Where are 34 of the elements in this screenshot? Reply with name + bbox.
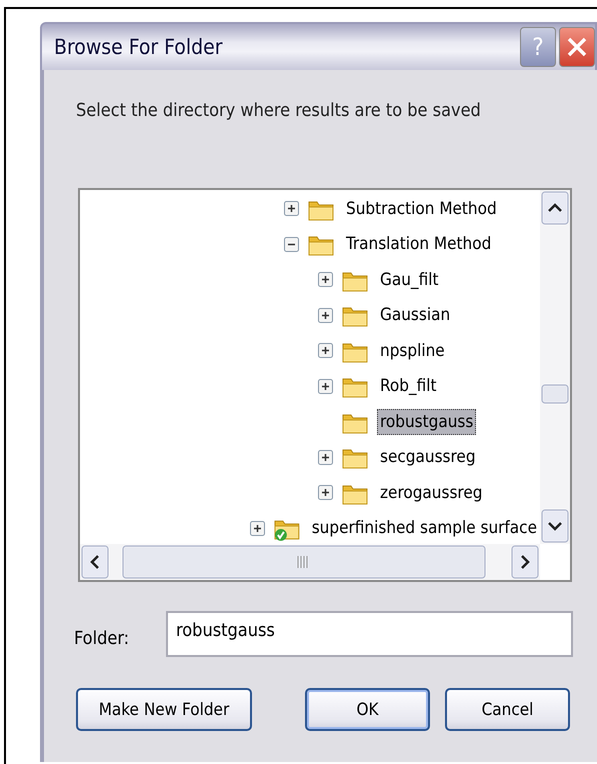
collapse-icon[interactable] (284, 236, 299, 252)
folder-item[interactable]: Rob_filt (377, 373, 440, 400)
prompt-text: Select the directory where results are to be saved (76, 100, 482, 122)
scroll-thumb[interactable] (541, 384, 569, 404)
scroll-up-icon[interactable] (541, 191, 569, 225)
scroll-right-icon[interactable] (511, 545, 539, 579)
folder-item[interactable]: zerogaussreg (377, 480, 486, 506)
close-button[interactable] (559, 27, 595, 67)
scroll-left-icon[interactable] (81, 545, 109, 579)
window-title: Browse For Folder (54, 35, 224, 59)
folder-item[interactable]: robustgauss (377, 408, 476, 435)
dialog-button[interactable]: Make New Folder (76, 688, 252, 731)
dialog-button[interactable]: Cancel (445, 688, 570, 731)
expand-icon[interactable] (318, 378, 333, 394)
expand-icon[interactable] (250, 520, 265, 536)
folder-item[interactable]: Subtraction Method (343, 196, 500, 222)
folder-field[interactable]: robustgauss (166, 611, 573, 657)
folder-item[interactable]: npspline (377, 338, 448, 364)
folder-item[interactable]: Translation Method (343, 231, 494, 258)
close-icon (566, 36, 588, 58)
expand-icon[interactable] (318, 272, 333, 288)
expand-icon[interactable] (318, 485, 333, 500)
dialog-button[interactable]: OK (305, 688, 430, 731)
folder-label: Folder: (74, 626, 130, 648)
folder-item[interactable]: secgaussreg (377, 444, 479, 470)
expand-icon[interactable] (318, 450, 333, 465)
scroll-down-icon[interactable] (541, 509, 569, 543)
scroll-thumb[interactable] (122, 545, 486, 579)
expand-icon[interactable] (318, 308, 333, 323)
expand-icon[interactable] (318, 343, 333, 358)
folder-item[interactable]: Gaussian (377, 302, 454, 328)
expand-icon[interactable] (284, 201, 299, 216)
folder-item[interactable]: superfinished sample surface (308, 515, 540, 542)
folder-item[interactable]: Gau_filt (377, 266, 442, 293)
